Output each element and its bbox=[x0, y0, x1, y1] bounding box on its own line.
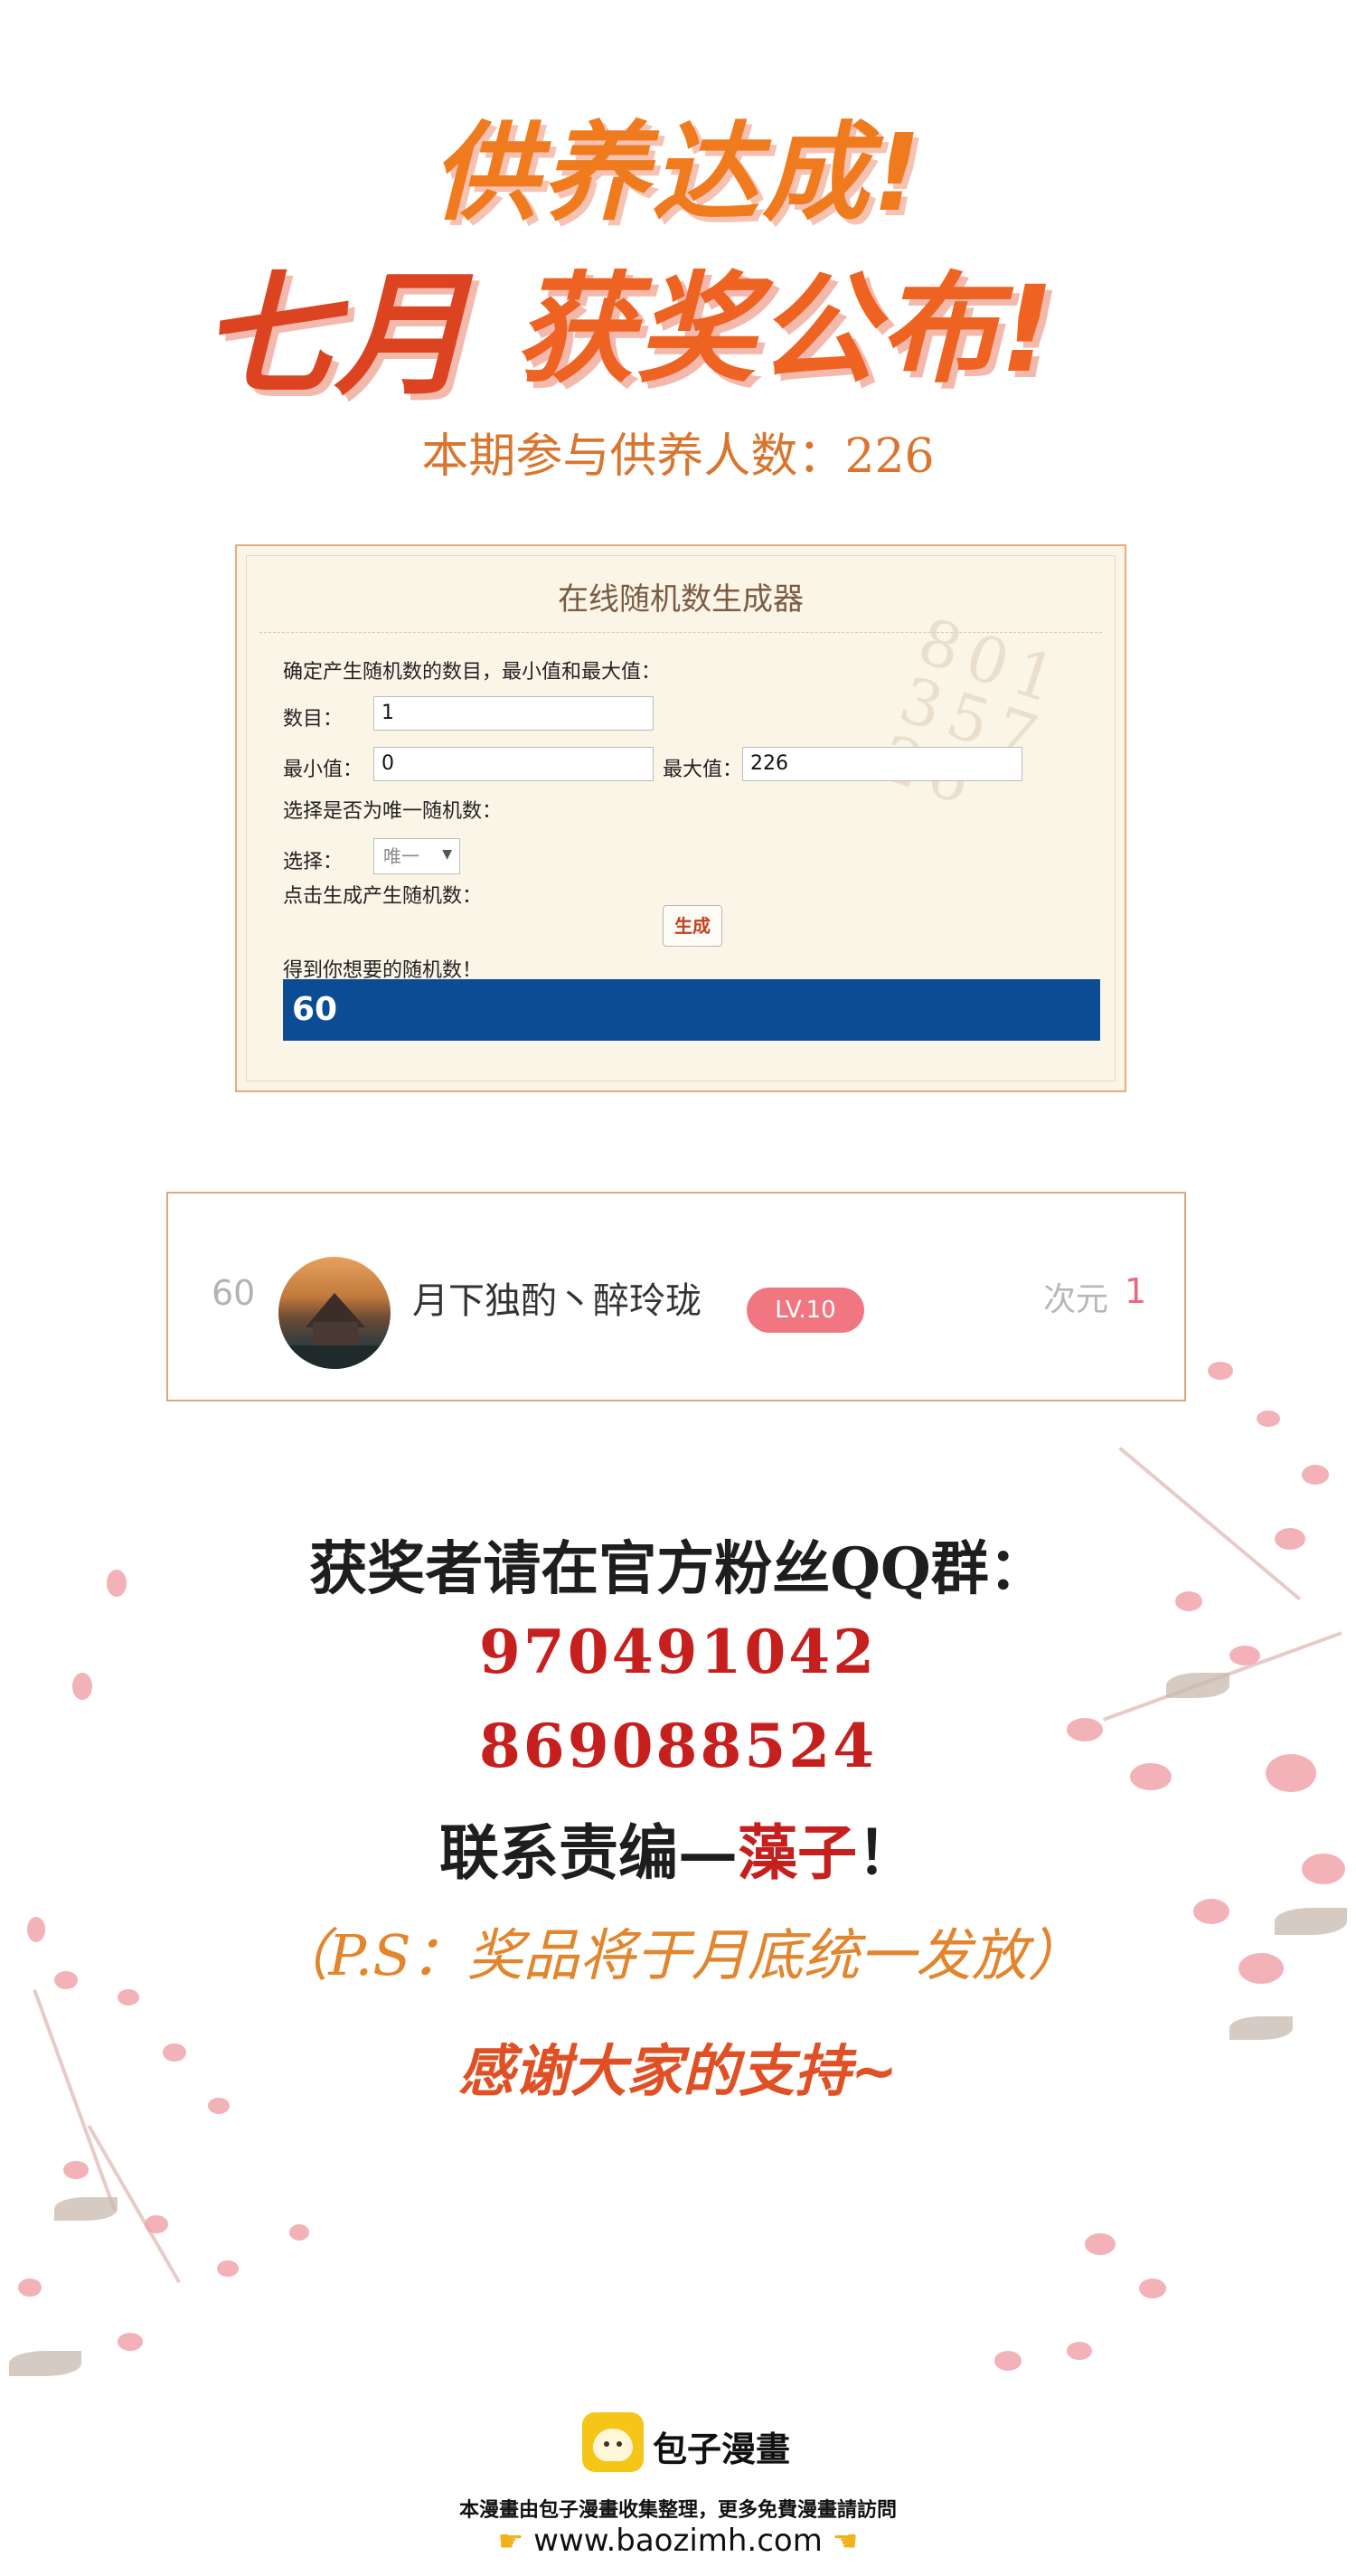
numbers-watermark-icon: 8 0 13 5 72 6 bbox=[871, 603, 1060, 817]
avatar bbox=[278, 1257, 391, 1369]
generator-title: 在线随机数生成器 bbox=[558, 581, 804, 618]
thanks-message: 感谢大家的支持~ bbox=[458, 2038, 898, 2104]
brand-name: 包子漫畫 bbox=[653, 2430, 791, 2469]
ps-note: （P.S：奖品将于月底统一发放） bbox=[272, 1922, 1084, 1988]
winner-rank: 60 bbox=[212, 1273, 256, 1313]
footer-url-row: ☛ www.baozimh.com ☚ bbox=[0, 2523, 1356, 2559]
footer: 包子漫畫 本漫畫由包子漫畫收集整理，更多免費漫畫請訪問 ☛ www.baozim… bbox=[0, 2396, 1356, 2576]
generate-button[interactable]: 生成 bbox=[663, 905, 722, 947]
unique-select[interactable]: 唯一 ▼ bbox=[373, 838, 460, 874]
footer-notice: 本漫畫由包子漫畫收集整理，更多免費漫畫請訪問 bbox=[458, 2499, 897, 2522]
winner-card: 60 月下独酌丶醉玲珑 LV.10 次元 1 bbox=[166, 1192, 1186, 1401]
max-input[interactable]: 226 bbox=[742, 747, 1022, 781]
result-value: 60 bbox=[283, 979, 1100, 1041]
avatar-image bbox=[278, 1293, 391, 1369]
month-title: 七月 bbox=[201, 258, 468, 413]
unique-prompt: 选择是否为唯一随机数： bbox=[283, 800, 503, 823]
contact-editor-line: 联系责编—藻子！ bbox=[0, 1805, 1356, 1892]
baozi-logo-icon bbox=[582, 2412, 644, 2472]
award-title: 获奖公布! bbox=[515, 260, 1057, 400]
contact-suffix: ！ bbox=[857, 1817, 917, 1888]
generator-intro: 确定产生随机数的数目，最小值和最大值： bbox=[283, 661, 662, 684]
winner-username: 月下独酌丶醉玲珑 bbox=[412, 1280, 702, 1322]
qq-group-instruction: 获奖者请在官方粉丝QQ群： bbox=[309, 1535, 1047, 1603]
select-label: 选择： bbox=[283, 851, 344, 873]
min-label: 最小值： bbox=[283, 759, 363, 781]
unique-select-value: 唯一 bbox=[383, 845, 419, 867]
click-prompt: 点击生成产生随机数： bbox=[283, 885, 483, 908]
contact-prefix: 联系责编— bbox=[439, 1817, 738, 1888]
count-input[interactable]: 1 bbox=[373, 696, 654, 731]
dimension-label: 次元 bbox=[1043, 1281, 1109, 1318]
min-input[interactable]: 0 bbox=[373, 747, 654, 781]
dimension-value: 1 bbox=[1125, 1271, 1147, 1311]
headline: 供养达成! bbox=[431, 110, 925, 235]
dropdown-arrow-icon: ▼ bbox=[442, 847, 452, 862]
qq-group-number-2: 869088524 bbox=[478, 1711, 878, 1781]
count-label: 数目： bbox=[283, 708, 344, 731]
max-label: 最大值： bbox=[663, 759, 743, 781]
hand-pointing-left-icon: ☚ bbox=[832, 2524, 859, 2558]
editor-name: 藻子 bbox=[738, 1817, 857, 1888]
hand-pointing-right-icon: ☛ bbox=[497, 2524, 524, 2558]
site-url-link[interactable]: www.baozimh.com bbox=[533, 2523, 823, 2559]
month-award-line: 七月 获奖公布! bbox=[0, 226, 1356, 413]
generator-inner-frame: 在线随机数生成器 8 0 13 5 72 6 确定产生随机数的数目，最小值和最大… bbox=[246, 555, 1116, 1081]
qq-group-number-1: 970491042 bbox=[478, 1617, 878, 1687]
random-number-generator-panel: 在线随机数生成器 8 0 13 5 72 6 确定产生随机数的数目，最小值和最大… bbox=[235, 544, 1126, 1092]
participant-count: 本期参与供养人数：226 bbox=[421, 429, 935, 484]
level-badge: LV.10 bbox=[747, 1288, 864, 1333]
